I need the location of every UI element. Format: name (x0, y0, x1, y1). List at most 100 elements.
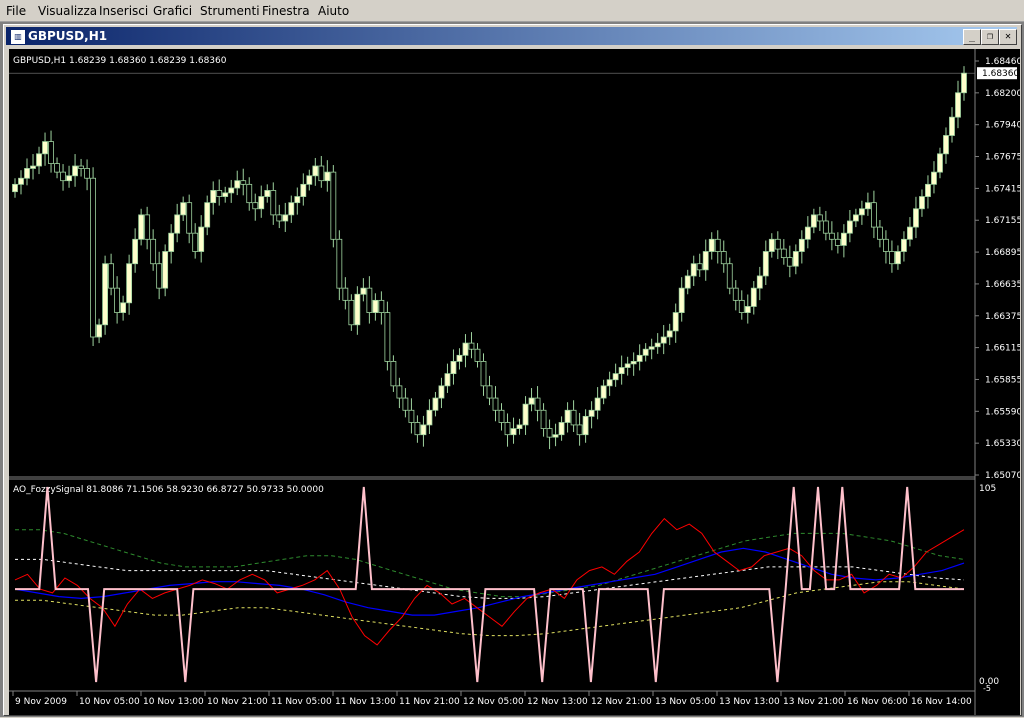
candle-body (570, 409, 577, 426)
price-label: 1.67155 (985, 216, 1020, 226)
menu-item-strumenti[interactable]: Strumenti (200, 4, 260, 18)
candle-body (72, 165, 78, 177)
candle-body (204, 202, 211, 228)
candle-body (762, 251, 769, 277)
close-button[interactable]: ✕ (999, 29, 1017, 45)
candle-body (708, 238, 715, 252)
candle-body (252, 202, 259, 210)
candle-body (943, 135, 949, 155)
candle-body (504, 422, 511, 436)
menu-item-file[interactable]: File (6, 4, 26, 18)
candle-body (552, 434, 559, 438)
price-label: 1.66115 (985, 344, 1020, 354)
candle-body (834, 238, 841, 246)
candle-body (474, 348, 481, 362)
candle-body (828, 232, 835, 240)
indicator-axis-bottom2: -5 (983, 684, 991, 693)
menu-item-grafici[interactable]: Grafici (153, 4, 192, 18)
candle-body (192, 232, 199, 252)
minimize-button[interactable]: _ (963, 29, 981, 45)
indicator-series-white-band (15, 558, 965, 599)
candle-body (156, 263, 163, 289)
candle-body (672, 312, 679, 332)
indicator-header: AO_FozzySignal 81.8086 71.1506 58.9230 6… (13, 485, 324, 495)
candle-body (246, 183, 253, 204)
candle-body (288, 202, 295, 216)
time-label: 10 Nov 05:00 (79, 697, 140, 707)
menu-item-aiuto[interactable]: Aiuto (318, 4, 349, 18)
candle-body (480, 361, 487, 387)
chart-window-titlebar[interactable]: ▥ GBPUSD,H1 _ ❐ ✕ (6, 27, 1017, 45)
candle-body (852, 214, 859, 222)
candle-body (324, 171, 331, 182)
candle-body (162, 251, 169, 289)
candle-body (258, 196, 265, 210)
candle-body (696, 263, 703, 271)
candle-body (132, 238, 139, 265)
candle-body (126, 263, 133, 304)
price-label: 1.68200 (985, 89, 1020, 99)
candle-body (690, 263, 697, 277)
candle-body (234, 180, 241, 189)
candle-body (498, 409, 505, 423)
candle-body (66, 175, 72, 182)
candle-body (48, 141, 54, 164)
candle-body (396, 385, 403, 399)
mdi-workspace: ▥ GBPUSD,H1 _ ❐ ✕ GBPUSD,H1 1.68239 1.68… (0, 22, 1024, 717)
candle-body (913, 208, 919, 228)
chart-window: ▥ GBPUSD,H1 _ ❐ ✕ GBPUSD,H1 1.68239 1.68… (3, 24, 1022, 716)
menu-item-inserisci[interactable]: Inserisci (99, 4, 148, 18)
time-label: 11 Nov 13:00 (335, 697, 396, 707)
candle-body (889, 251, 895, 265)
candle-body (642, 348, 649, 356)
candle-body (30, 165, 36, 169)
candle-body (390, 361, 397, 387)
candle-body (90, 177, 96, 338)
price-label: 1.67940 (985, 121, 1020, 131)
candle-body (300, 183, 307, 197)
restore-button[interactable]: ❐ (981, 29, 999, 45)
menu-item-visualizza[interactable]: Visualizza (38, 4, 97, 18)
candle-body (702, 251, 709, 271)
chart-area[interactable]: GBPUSD,H1 1.68239 1.68360 1.68239 1.6836… (9, 49, 1022, 715)
menu-item-finestra[interactable]: Finestra (262, 4, 310, 18)
candle-body (666, 330, 673, 338)
candle-body (792, 251, 799, 267)
time-label: 13 Nov 21:00 (783, 697, 844, 707)
candle-body (18, 177, 24, 185)
candle-body (846, 220, 853, 234)
time-label: 11 Nov 21:00 (399, 697, 460, 707)
candle-body (660, 336, 667, 344)
menu-bar: File Visualizza Inserisci Grafici Strumenti F… (0, 0, 1024, 22)
candle-body (546, 428, 553, 438)
candle-body (348, 299, 355, 326)
candle-body (901, 238, 907, 252)
candle-body (138, 214, 145, 240)
candle-body (630, 361, 637, 365)
price-label: 1.66635 (985, 280, 1020, 290)
candle-body (42, 141, 48, 155)
candle-body (606, 379, 613, 387)
price-label: 1.65330 (985, 439, 1020, 449)
candle-body (420, 424, 427, 436)
indicator-series-blue (14, 547, 965, 616)
candle-body (144, 214, 151, 240)
candle-body (492, 397, 499, 411)
candle-body (558, 422, 565, 436)
current-price-label: 1.68360 (982, 69, 1019, 79)
candle-body (768, 238, 775, 252)
candle-body (96, 324, 102, 338)
candle-body (883, 238, 889, 252)
candle-body (438, 385, 445, 399)
price-label: 1.65855 (985, 375, 1020, 385)
time-label: 9 Nov 2009 (15, 697, 67, 707)
candle-body (462, 342, 469, 356)
main-chart-header: GBPUSD,H1 1.68239 1.68360 1.68239 1.6836… (13, 56, 227, 66)
chart-svg[interactable]: GBPUSD,H1 1.68239 1.68360 1.68239 1.6836… (9, 49, 1022, 715)
candle-body (804, 226, 811, 240)
candle-body (60, 171, 66, 182)
candle-body (210, 190, 217, 204)
candle-body (78, 165, 84, 169)
candle-body (612, 373, 619, 381)
candle-body (486, 385, 493, 399)
